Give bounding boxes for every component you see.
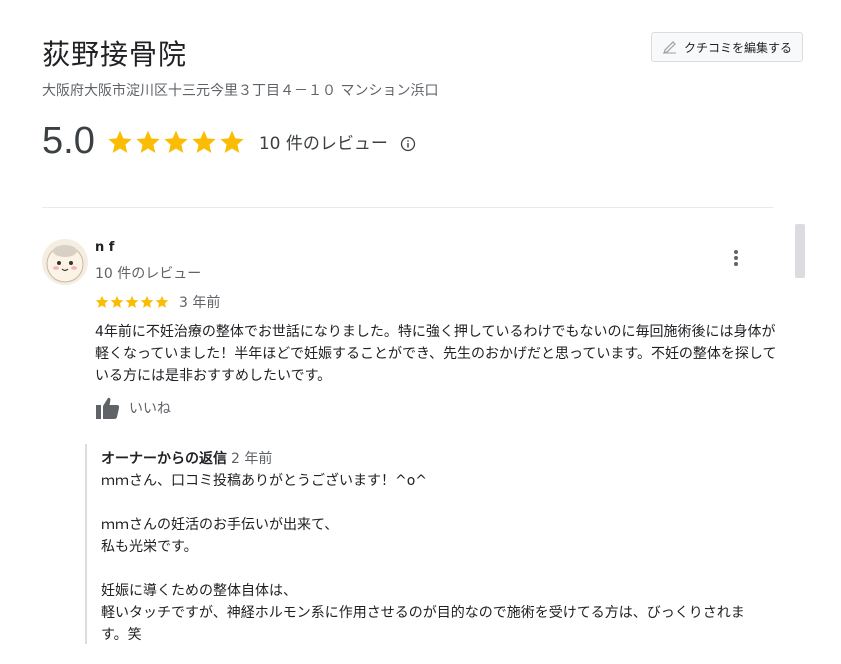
owner-reply-header: オーナーからの返信 2 年前	[101, 448, 272, 468]
owner-reply-date: 2 年前	[231, 451, 273, 467]
rating-stars	[107, 129, 245, 155]
edit-review-label: クチコミを編集する	[683, 40, 792, 55]
reviewer-name[interactable]: n f	[95, 240, 114, 255]
owner-reply-title: オーナーからの返信	[101, 451, 227, 467]
divider	[42, 207, 773, 208]
thumbs-up-icon	[96, 397, 120, 419]
more-vert-icon	[734, 262, 738, 266]
business-address: 大阪府大阪市淀川区十三元今里３丁目４－１０ マンション浜口	[42, 83, 439, 99]
more-options-button[interactable]	[726, 247, 746, 269]
star-icon	[108, 130, 132, 153]
star-icon	[140, 295, 154, 308]
reviewer-review-count: 10 件のレビュー	[95, 266, 202, 282]
review-stars	[95, 295, 169, 309]
avatar[interactable]	[42, 239, 88, 285]
review-date: 3 年前	[179, 295, 221, 311]
business-name: 荻野接骨院	[42, 38, 188, 71]
like-button[interactable]: いいね	[95, 396, 171, 420]
pencil-icon	[663, 41, 676, 54]
more-vert-icon	[734, 256, 738, 260]
owner-reply: オーナーからの返信 2 年前 ｍｍさん、口コミ投稿ありがとうございます！^o^ ｍ…	[85, 444, 787, 644]
info-icon[interactable]	[400, 136, 416, 152]
rating-summary: 5.0 10 件のレビュー	[42, 120, 416, 163]
star-icon	[155, 295, 169, 308]
star-icon	[192, 130, 216, 153]
star-icon	[125, 295, 139, 308]
rating-value: 5.0	[42, 120, 95, 162]
star-icon	[136, 130, 160, 153]
like-label: いいね	[129, 401, 171, 417]
review-text: 4年前に不妊治療の整体でお世話になりました。特に強く押しているわけでもないのに毎…	[95, 324, 777, 384]
star-icon	[110, 295, 124, 308]
scrollbar[interactable]	[795, 224, 805, 278]
edit-review-button[interactable]: クチコミを編集する	[651, 32, 803, 62]
star-icon	[95, 295, 109, 308]
more-vert-icon	[734, 250, 738, 254]
avatar-image	[42, 239, 88, 285]
owner-reply-text: ｍｍさん、口コミ投稿ありがとうございます！^o^ ｍｍさんの妊活のお手伝いが出来…	[101, 473, 745, 643]
star-icon	[164, 130, 188, 153]
star-icon	[220, 130, 244, 153]
review-rating-row: 3 年前	[95, 292, 220, 312]
review-count: 10 件のレビュー	[258, 134, 388, 154]
